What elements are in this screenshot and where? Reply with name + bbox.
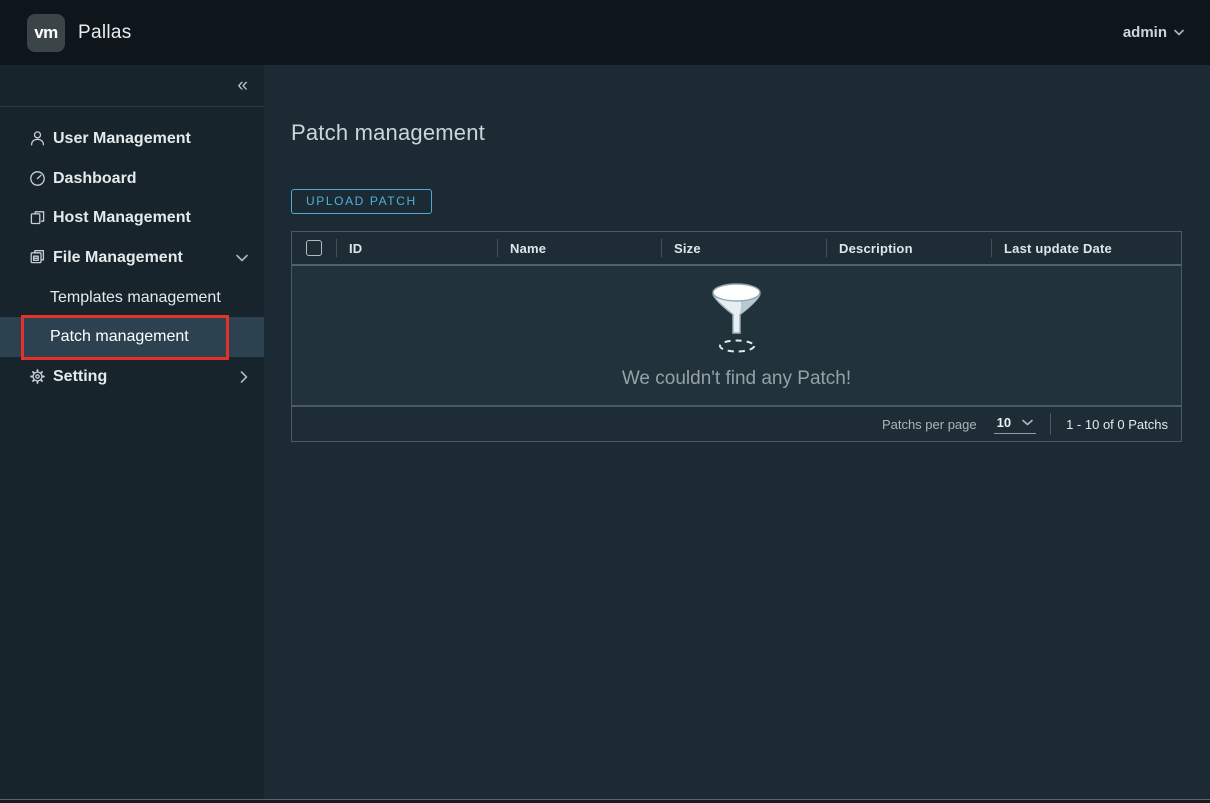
empty-state-message: We couldn't find any Patch! (621, 367, 852, 389)
sidebar-item-label: Setting (53, 367, 108, 385)
dashboard-icon (30, 171, 45, 186)
main-content: Patch management UPLOAD PATCH ID Name Si… (264, 65, 1210, 803)
sidebar-nav: User Management Dashboard Host Managemen… (0, 107, 264, 397)
sidebar-item-label: User Management (53, 129, 191, 147)
sidebar-item-label: File Management (53, 248, 183, 266)
sidebar-item-patch-management[interactable]: Patch management (0, 317, 264, 358)
host-icon (30, 210, 45, 224)
sidebar-item-label: Host Management (53, 209, 191, 227)
app-header: vm Pallas admin (0, 0, 1210, 65)
footer-divider (1050, 413, 1052, 435)
sidebar-subitem-label: Templates management (50, 288, 221, 306)
datagrid-header-row: ID Name Size Description Last update Dat… (292, 232, 1181, 266)
sidebar-item-user-management[interactable]: User Management (0, 119, 264, 159)
sidebar-item-dashboard[interactable]: Dashboard (0, 159, 264, 199)
sidebar-subitem-label: Patch management (50, 328, 189, 346)
select-all-column (292, 232, 336, 264)
sidebar-item-label: Dashboard (53, 169, 137, 187)
chevron-right-icon[interactable] (240, 371, 248, 383)
datagrid-empty-state: We couldn't find any Patch! (292, 266, 1181, 405)
column-header-last-update-date[interactable]: Last update Date (991, 232, 1181, 264)
vmware-logo: vm (27, 13, 65, 52)
gear-icon (30, 369, 45, 385)
page-size-select[interactable]: 10 (993, 414, 1037, 434)
column-header-id[interactable]: ID (336, 232, 497, 264)
sidebar-item-host-management[interactable]: Host Management (0, 198, 264, 238)
column-header-name[interactable]: Name (497, 232, 661, 264)
chevron-down-icon (1174, 29, 1184, 36)
patch-datagrid: ID Name Size Description Last update Dat… (291, 231, 1182, 442)
sidebar-collapse-bar: « (0, 65, 264, 107)
user-menu-label: admin (1122, 24, 1167, 41)
select-all-checkbox[interactable] (306, 240, 322, 256)
window-bottom-edge (0, 799, 1210, 803)
page-size-value: 10 (996, 414, 1012, 430)
user-icon (30, 131, 45, 146)
chevron-down-icon[interactable] (236, 254, 248, 262)
datagrid-footer: Patchs per page 10 1 - 10 of 0 Patchs (292, 405, 1181, 441)
user-menu-dropdown[interactable]: admin (1123, 24, 1184, 41)
pagination-range-label: 1 - 10 of 0 Patchs (1066, 416, 1168, 432)
sidebar-item-file-management[interactable]: File Management (0, 238, 264, 278)
vmware-logo-text: vm (34, 22, 58, 42)
sidebar-item-setting[interactable]: Setting (0, 357, 264, 397)
sidebar-item-templates-management[interactable]: Templates management (0, 278, 264, 318)
column-header-size[interactable]: Size (661, 232, 826, 264)
upload-patch-button[interactable]: UPLOAD PATCH (291, 189, 432, 214)
files-icon (30, 250, 45, 264)
app-title: Pallas (78, 21, 132, 43)
sidebar: « User Management Dashboard Host Managem… (0, 65, 264, 803)
chevron-down-icon (1022, 419, 1033, 425)
column-header-description[interactable]: Description (826, 232, 991, 264)
per-page-label: Patchs per page (881, 416, 977, 432)
collapse-sidebar-icon[interactable]: « (237, 76, 248, 95)
page-title: Patch management (291, 120, 485, 145)
funnel-icon (711, 282, 761, 352)
